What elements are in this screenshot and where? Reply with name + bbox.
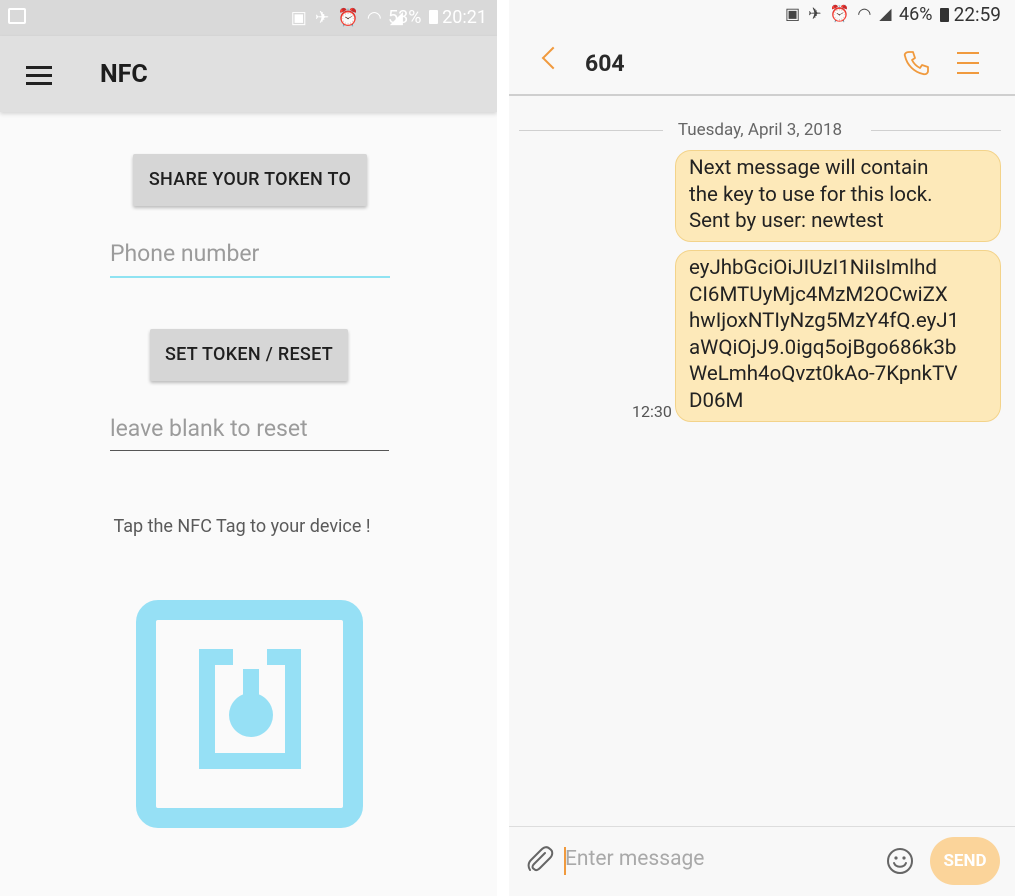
gallery-notification-icon (8, 8, 26, 24)
battery-icon (939, 8, 949, 22)
date-separator: Tuesday, April 3, 2018 (519, 120, 1001, 140)
status-time: 20:21 (442, 7, 487, 28)
compose-bar: Enter message SEND (509, 826, 1015, 896)
set-token-reset-button[interactable]: SET TOKEN / RESET (150, 329, 348, 381)
phone-call-icon[interactable] (903, 50, 929, 76)
message-line: Sent by user: newtest (689, 209, 884, 233)
status-icons: ▣ ✈ ⏰ ◠ ◢ (785, 4, 894, 23)
status-bar: ▣ ✈ ⏰ ◠ ◢ 46% 22:59 (509, 0, 1015, 30)
phone-number-input[interactable]: Phone number (110, 240, 390, 278)
nfc-tag-icon (136, 600, 363, 828)
token-input[interactable]: leave blank to reset (110, 415, 389, 451)
battery-icon (428, 10, 438, 24)
contact-name: 604 (585, 50, 625, 77)
back-arrow-icon[interactable] (541, 46, 565, 70)
battery-percent: 46% (899, 4, 933, 25)
app-title: NFC (100, 60, 148, 89)
hamburger-menu-icon[interactable] (26, 66, 52, 85)
status-time: 22:59 (953, 3, 1001, 26)
status-bar: ▣ ✈ ⏰ ◠ ◢ 53% 20:21 (0, 0, 497, 36)
message-line: Next message will contain (689, 156, 929, 180)
message-line: CI6MTUyMjc4MzM2OCwiZX (689, 282, 948, 307)
nfc-app-screen: ▣ ✈ ⏰ ◠ ◢ 53% 20:21 NFC SHARE YOUR TOKEN… (0, 0, 497, 896)
messages-app-screen: ▣ ✈ ⏰ ◠ ◢ 46% 22:59 604 Tuesday, April 3… (509, 0, 1015, 896)
battery-percent: 53% (388, 7, 422, 28)
message-input[interactable]: Enter message (565, 847, 704, 871)
message-line: eyJhbGciOiJIUzI1NiIsImlhd (689, 256, 937, 280)
share-token-button[interactable]: SHARE YOUR TOKEN TO (133, 154, 367, 206)
message-bubble[interactable]: eyJhbGciOiJIUzI1NiIsImlhd CI6MTUyMjc4MzM… (675, 250, 1001, 422)
send-button[interactable]: SEND (930, 837, 1000, 885)
menu-icon[interactable] (957, 52, 979, 74)
message-line: hwIjoxNTIyNzg5MzY4fQ.eyJ1 (689, 309, 960, 333)
message-line: the key to use for this lock. (689, 182, 933, 207)
conversation-header: 604 (509, 36, 1015, 94)
attachment-clip-icon[interactable] (525, 845, 555, 875)
message-time: 12:30 (632, 402, 672, 421)
date-text: Tuesday, April 3, 2018 (677, 120, 843, 140)
emoji-icon[interactable] (886, 847, 914, 875)
message-bubble[interactable]: Next message will contain the key to use… (675, 150, 1001, 242)
message-line: WeLmh4oQvzt0kAo-7KpnkTV (689, 362, 958, 386)
app-bar: NFC (0, 36, 497, 112)
message-line: aWQiOjJ9.0igq5ojBgo686k3b (689, 335, 957, 360)
tap-nfc-hint: Tap the NFC Tag to your device ! (113, 516, 371, 537)
header-divider (509, 94, 1015, 96)
message-line: D06M (689, 388, 744, 413)
screen-divider (497, 0, 509, 896)
